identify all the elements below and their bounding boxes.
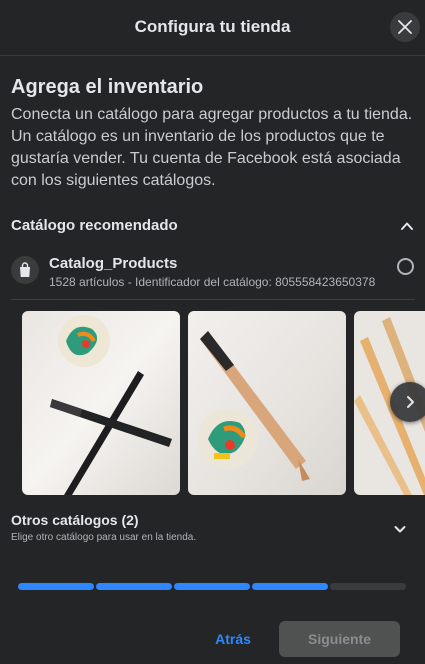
next-button[interactable]: Siguiente bbox=[279, 621, 400, 657]
product-carousel bbox=[0, 311, 425, 495]
chevron-right-icon bbox=[407, 396, 414, 408]
product-image-1 bbox=[22, 311, 180, 495]
close-button[interactable] bbox=[390, 12, 420, 42]
catalog-name: Catalog_Products bbox=[49, 255, 178, 272]
step-progress bbox=[18, 583, 406, 590]
chevron-up-icon[interactable] bbox=[399, 218, 415, 234]
product-image-2 bbox=[188, 311, 346, 495]
close-icon bbox=[398, 20, 412, 34]
progress-step-2 bbox=[96, 583, 172, 590]
catalog-meta: 1528 artículos - Identificador del catál… bbox=[49, 275, 376, 289]
progress-step-1 bbox=[18, 583, 94, 590]
chevron-down-icon[interactable] bbox=[393, 522, 407, 536]
catalog-radio[interactable] bbox=[397, 258, 414, 275]
recommended-catalog-header[interactable]: Catálogo recomendado bbox=[11, 217, 415, 237]
shopping-bag-icon bbox=[11, 256, 39, 284]
other-catalogs-subtitle: Elige otro catálogo para usar en la tien… bbox=[11, 532, 197, 543]
carousel-next-button[interactable] bbox=[390, 382, 425, 422]
section-description: Conecta un catálogo para agregar product… bbox=[11, 106, 413, 189]
other-catalogs-title: Otros catálogos (2) bbox=[11, 512, 139, 528]
progress-step-5 bbox=[330, 583, 406, 590]
back-button[interactable]: Atrás bbox=[210, 621, 256, 657]
dialog-title: Configura tu tienda bbox=[134, 17, 291, 36]
progress-step-4 bbox=[252, 583, 328, 590]
recommended-catalog-label: Catálogo recomendado bbox=[11, 217, 178, 234]
catalog-option[interactable]: Catalog_Products 1528 artículos - Identi… bbox=[11, 252, 415, 300]
other-catalogs-header[interactable]: Otros catálogos (2) Elige otro catálogo … bbox=[11, 512, 415, 552]
dialog-header: Configura tu tienda bbox=[0, 0, 425, 56]
section-title: Agrega el inventario bbox=[11, 76, 204, 98]
progress-step-3 bbox=[174, 583, 250, 590]
